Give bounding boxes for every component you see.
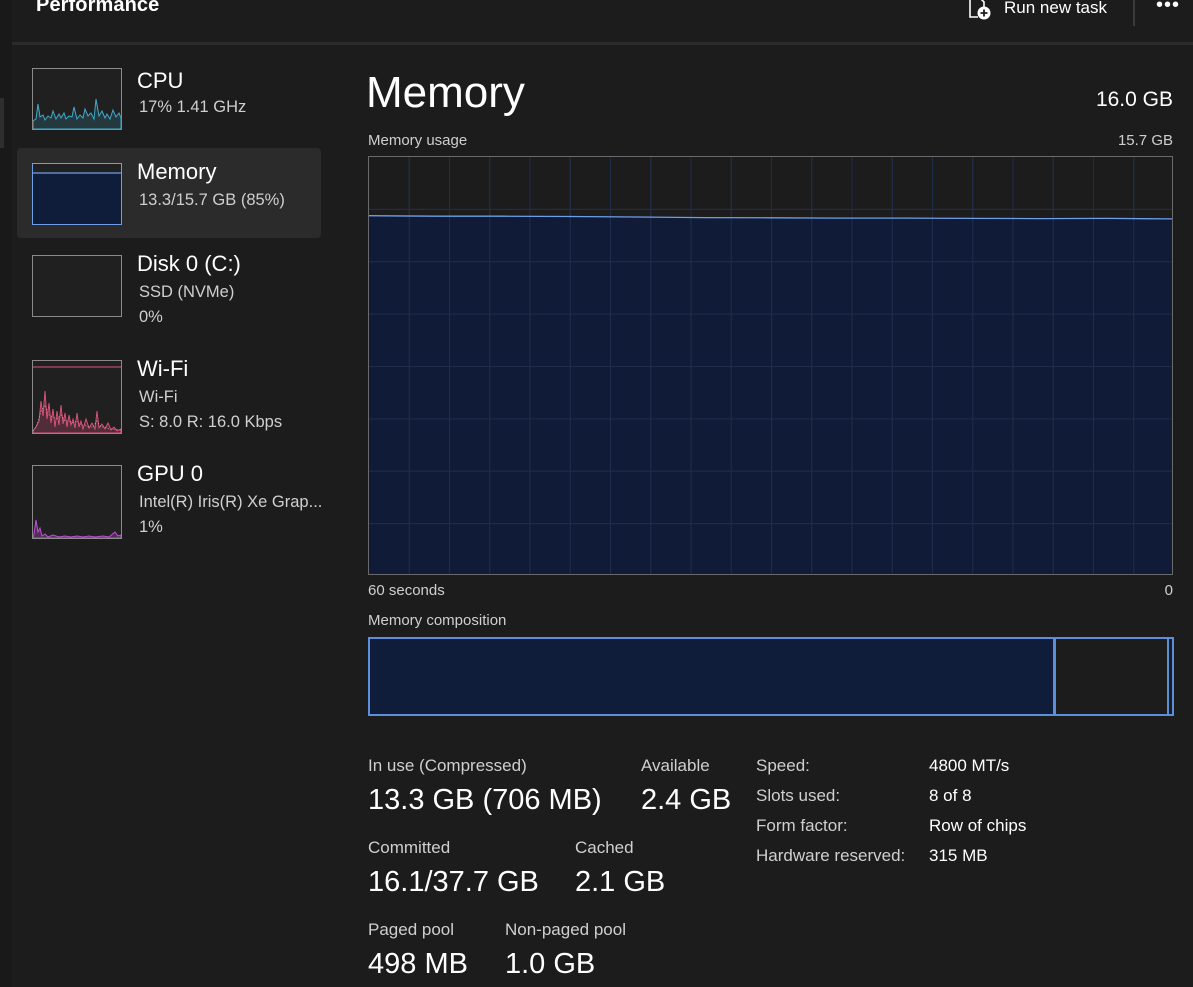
- total-memory: 16.0 GB: [1095, 88, 1173, 111]
- slots-used-label: Slots used:: [756, 786, 841, 805]
- hardware-reserved-label: Hardware reserved:: [756, 846, 906, 865]
- composition-label: Memory composition: [368, 612, 507, 629]
- in-use-label: In use (Compressed): [368, 756, 527, 775]
- sidebar-item-label: Disk 0 (C:): [137, 251, 241, 276]
- speed-value: 4800 MT/s: [929, 756, 1010, 775]
- memory-usage-graph: [368, 156, 1173, 575]
- sidebar-item-label: Memory: [137, 159, 217, 184]
- main-title: Memory: [366, 68, 525, 117]
- sidebar-item-label: GPU 0: [137, 461, 204, 486]
- composition-modified: [1056, 639, 1169, 714]
- sidebar-item-detail: SSD (NVMe): [139, 283, 235, 301]
- composition-in-use: [370, 639, 1056, 714]
- non-paged-pool-value: 1.0 GB: [505, 948, 596, 980]
- gpu-thumbnail-graph: [32, 465, 122, 539]
- committed-label: Committed: [368, 838, 451, 857]
- sidebar-item-disk[interactable]: Disk 0 (C:) SSD (NVMe) 0%: [17, 240, 321, 330]
- committed-value: 16.1/37.7 GB: [368, 866, 539, 898]
- available-value: 2.4 GB: [641, 784, 732, 816]
- usage-graph-max: 15.7 GB: [1117, 132, 1173, 149]
- cpu-thumbnail-graph: [32, 68, 122, 130]
- memory-thumbnail-graph: [32, 163, 122, 225]
- memory-usage-chart: [369, 157, 1172, 574]
- memory-composition-bar[interactable]: [368, 637, 1174, 716]
- disk-thumbnail-graph: [32, 255, 122, 317]
- sidebar-item-wifi[interactable]: Wi-Fi Wi-Fi S: 8.0 R: 16.0 Kbps: [17, 345, 321, 435]
- run-new-task-label: Run new task: [1004, 0, 1107, 17]
- available-label: Available: [641, 756, 710, 775]
- run-new-task-button[interactable]: Run new task: [966, 0, 1107, 22]
- more-icon[interactable]: •••: [1150, 0, 1186, 22]
- paged-pool-label: Paged pool: [368, 920, 455, 939]
- sidebar-item-detail: 13.3/15.7 GB (85%): [139, 191, 285, 209]
- sidebar-item-label: CPU: [137, 68, 184, 93]
- header-divider: [12, 42, 1193, 45]
- cached-label: Cached: [575, 838, 634, 857]
- nav-rail-selection: [0, 98, 4, 148]
- sidebar-item-detail: Wi-Fi: [139, 388, 178, 406]
- page-title: Performance: [36, 0, 160, 16]
- paged-pool-value: 498 MB: [368, 948, 468, 980]
- slots-used-value: 8 of 8: [929, 786, 972, 805]
- sidebar-item-cpu[interactable]: CPU 17% 1.41 GHz: [17, 58, 321, 148]
- task-manager-window: Performance Run new task ••• CPU 17% 1.4…: [0, 0, 1193, 987]
- sidebar-item-detail: Intel(R) Iris(R) Xe Grap...: [139, 493, 323, 511]
- graph-time-left: 60 seconds: [368, 582, 445, 599]
- sidebar-item-detail: 17% 1.41 GHz: [139, 98, 247, 116]
- nav-rail: [0, 0, 12, 987]
- usage-graph-label: Memory usage: [368, 132, 468, 149]
- speed-label: Speed:: [756, 756, 810, 775]
- sidebar-item-label: Wi-Fi: [137, 356, 189, 381]
- form-factor-label: Form factor:: [756, 816, 848, 835]
- in-use-value: 13.3 GB (706 MB): [368, 784, 602, 816]
- sidebar-item-detail-2: 1%: [139, 518, 163, 536]
- wifi-thumbnail-graph: [32, 360, 122, 434]
- header-separator: [1133, 0, 1135, 26]
- sidebar-item-detail-2: S: 8.0 R: 16.0 Kbps: [139, 413, 283, 431]
- hardware-reserved-value: 315 MB: [929, 846, 988, 865]
- run-task-icon: [966, 0, 992, 21]
- sidebar-item-gpu[interactable]: GPU 0 Intel(R) Iris(R) Xe Grap... 1%: [17, 450, 323, 540]
- graph-time-right: 0: [1164, 582, 1173, 599]
- non-paged-pool-label: Non-paged pool: [505, 920, 626, 939]
- sidebar-item-memory[interactable]: Memory 13.3/15.7 GB (85%): [17, 148, 321, 238]
- form-factor-value: Row of chips: [929, 816, 1027, 835]
- sidebar-item-detail-2: 0%: [139, 308, 163, 326]
- cached-value: 2.1 GB: [575, 866, 666, 898]
